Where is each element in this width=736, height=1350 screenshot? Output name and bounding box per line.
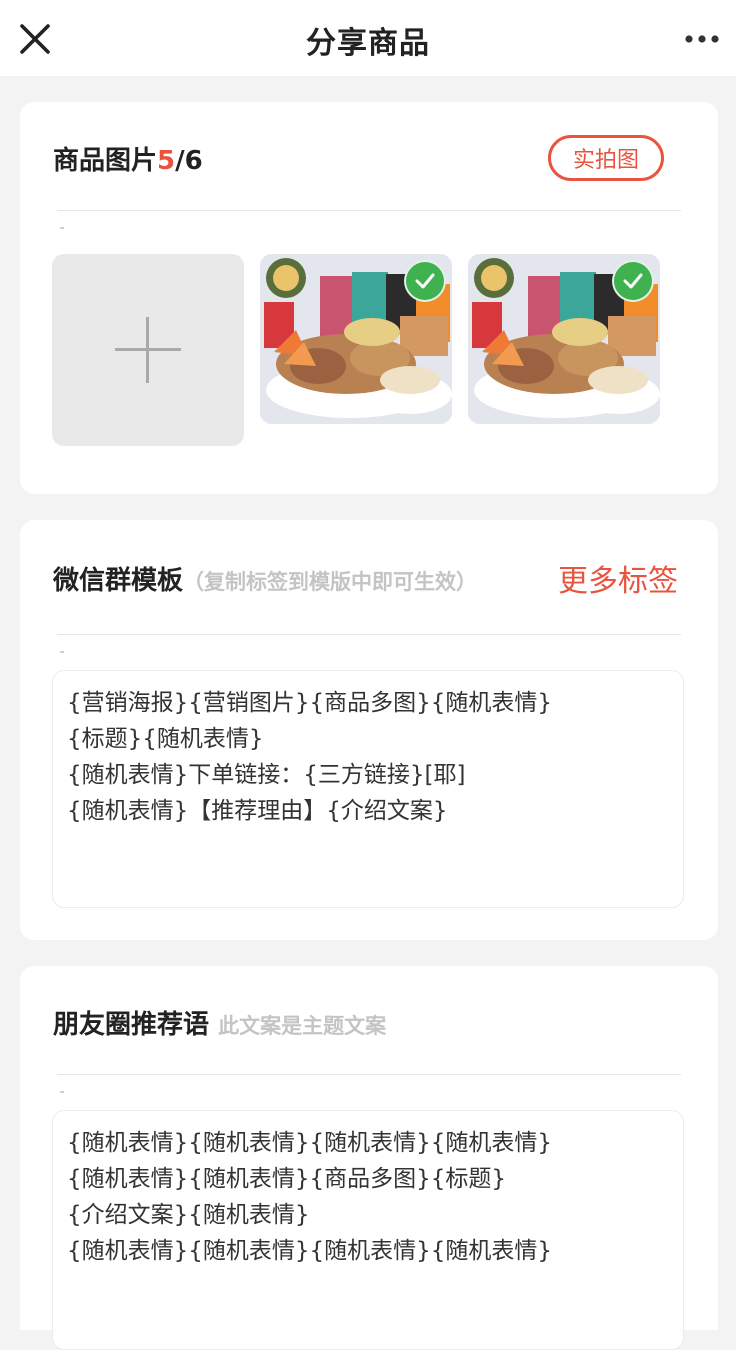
moments-hint: 此文案是主题文案	[218, 1014, 387, 1038]
moments-label: 朋友圈推荐语	[53, 1010, 210, 1040]
plus-icon-vertical	[146, 317, 149, 383]
image-count-total: /6	[175, 146, 203, 176]
page-title: 分享商品	[306, 26, 430, 61]
template-line: {随机表情}下单链接：{三方链接}[耶]	[67, 762, 466, 788]
moments-line: {随机表情}{随机表情}{随机表情}{随机表情}	[67, 1238, 553, 1264]
divider-dot	[60, 651, 64, 653]
real-shot-button[interactable]: 实拍图	[548, 135, 664, 181]
divider-dot	[60, 1091, 64, 1093]
moments-recommendation-card: 朋友圈推荐语 此文案是主题文案 {随机表情}{随机表情}{随机表情}{随机表情}…	[20, 966, 718, 1350]
moments-title: 朋友圈推荐语 此文案是主题文案	[53, 1004, 386, 1041]
product-images-label: 商品图片	[53, 146, 158, 176]
wechat-group-hint: （复制标签到模版中即可生效）	[183, 570, 478, 594]
wechat-group-title: 微信群模板（复制标签到模版中即可生效）	[53, 560, 477, 597]
add-image-button[interactable]	[52, 254, 244, 446]
wechat-group-template-card: 微信群模板（复制标签到模版中即可生效） 更多标签 {营销海报}{营销图片}{商品…	[20, 520, 718, 940]
moments-line: {介绍文案}{随机表情}	[67, 1202, 310, 1228]
moments-line: {随机表情}{随机表情}{随机表情}{随机表情}	[67, 1130, 553, 1156]
more-tags-link[interactable]: 更多标签	[558, 556, 678, 600]
check-icon	[415, 273, 435, 289]
image-count-current: 5	[157, 146, 176, 176]
wechat-group-template-textarea[interactable]: {营销海报}{营销图片}{商品多图}{随机表情} {标题}{随机表情} {随机表…	[52, 670, 684, 908]
template-line: {标题}{随机表情}	[67, 726, 264, 752]
moments-line: {随机表情}{随机表情}{商品多图}{标题}	[67, 1166, 507, 1192]
check-icon	[623, 273, 643, 289]
product-images-card: 商品图片5/6 实拍图	[20, 102, 718, 494]
selected-check-badge[interactable]	[404, 260, 446, 302]
wechat-group-label: 微信群模板	[53, 566, 184, 596]
template-line: {随机表情}【推荐理由】{介绍文案}	[67, 798, 448, 824]
selected-check-badge[interactable]	[612, 260, 654, 302]
divider	[57, 634, 681, 635]
product-image-thumbnail[interactable]	[468, 254, 660, 424]
template-line: {营销海报}{营销图片}{商品多图}{随机表情}	[67, 690, 553, 716]
moments-textarea[interactable]: {随机表情}{随机表情}{随机表情}{随机表情} {随机表情}{随机表情}{商品…	[52, 1110, 684, 1350]
product-image-thumbnail[interactable]	[260, 254, 452, 424]
top-bar: 分享商品	[0, 0, 736, 76]
divider-dot	[60, 227, 64, 229]
more-button[interactable]	[682, 24, 722, 54]
divider	[57, 210, 681, 211]
divider	[57, 1074, 681, 1075]
product-images-title: 商品图片5/6	[53, 140, 203, 177]
more-dots-icon	[685, 35, 719, 43]
